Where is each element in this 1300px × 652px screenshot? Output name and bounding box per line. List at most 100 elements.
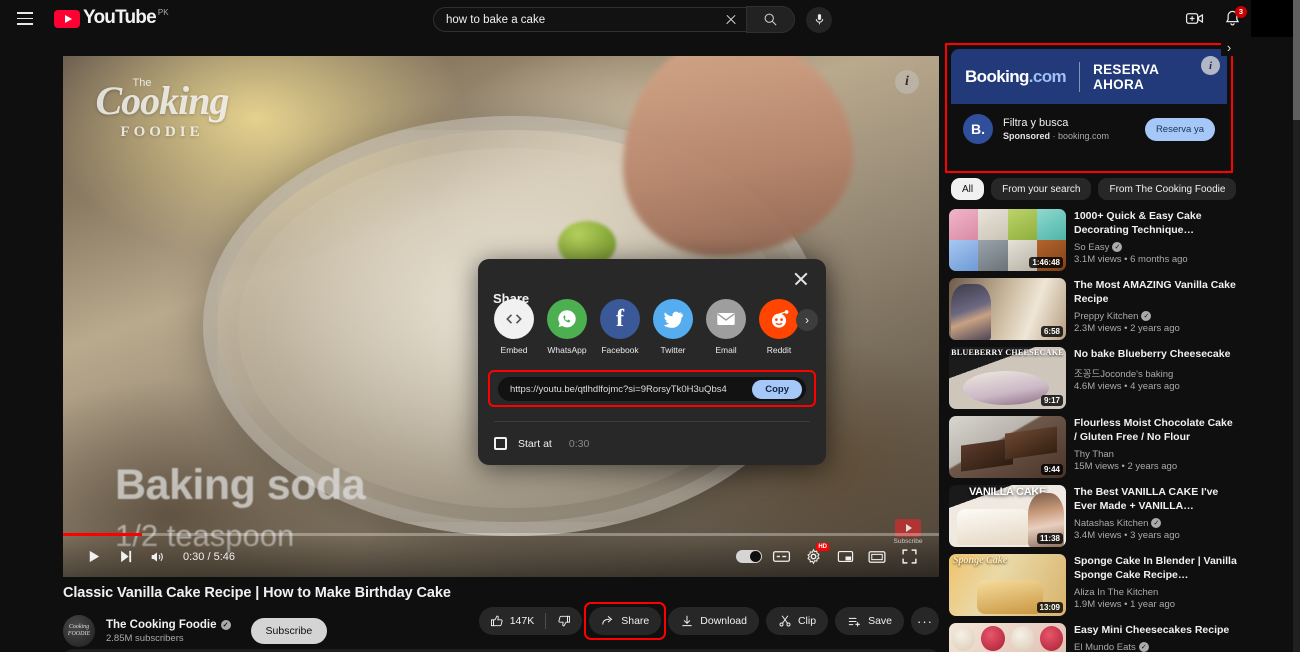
start-at-checkbox[interactable] <box>494 437 507 450</box>
more-options-icon[interactable]: ··· <box>911 607 939 635</box>
share-target-email[interactable]: Email <box>706 299 746 355</box>
channel-name[interactable]: The Cooking Foodie ✓ <box>106 619 231 631</box>
ad-cta-button[interactable]: Reserva ya <box>1144 117 1215 141</box>
subscribe-button[interactable]: Subscribe <box>250 618 328 644</box>
chips-next-icon[interactable]: › <box>1221 40 1237 56</box>
list-item[interactable]: Easy Mini Cheesecakes Recipe El Mundo Ea… <box>949 623 1237 652</box>
player-controls-bar: 0:30 / 5:46 HD <box>63 536 939 577</box>
chip-from-your-search[interactable]: From your search <box>991 178 1092 200</box>
channel-name[interactable]: 조꽁드Joconde's baking <box>1074 366 1237 380</box>
verified-badge-icon: ✓ <box>1141 311 1152 322</box>
channel-name[interactable]: So Easy ✓ <box>1074 242 1237 253</box>
settings-button[interactable]: HD <box>797 541 829 573</box>
share-target-twitter[interactable]: Twitter <box>653 299 693 355</box>
like-button[interactable]: 147K <box>479 614 546 628</box>
miniplayer-button[interactable] <box>829 541 861 573</box>
divider <box>1079 61 1081 92</box>
list-item[interactable]: 1:46:48 1000+ Quick & Easy Cake Decorati… <box>949 209 1237 271</box>
list-item-info: 1000+ Quick & Easy Cake Decorating Techn… <box>1074 209 1237 271</box>
video-title: Sponge Cake In Blender | Vanilla Sponge … <box>1074 555 1237 581</box>
search-area <box>433 6 832 33</box>
captions-button[interactable] <box>765 541 797 573</box>
fullscreen-icon <box>901 549 917 564</box>
next-track-icon <box>120 550 131 563</box>
thumbnail-person <box>951 284 991 340</box>
copy-button[interactable]: Copy <box>752 379 802 399</box>
channel-name[interactable]: Preppy Kitchen ✓ <box>1074 311 1237 322</box>
thumbnail: 1:46:48 <box>949 209 1066 271</box>
voice-search-button[interactable] <box>806 6 832 33</box>
channel-name[interactable]: El Mundo Eats ✓ <box>1074 642 1237 652</box>
autoplay-toggle[interactable] <box>733 541 765 573</box>
chip-from-channel[interactable]: From The Cooking Foodie <box>1098 178 1237 200</box>
search-box[interactable] <box>433 7 746 32</box>
list-item[interactable]: 9:44 Flourless Moist Chocolate Cake / Gl… <box>949 416 1237 478</box>
next-video-button[interactable] <box>109 541 141 573</box>
thumbnail-caption: Sponge Cake <box>953 555 1008 566</box>
list-item[interactable]: VANILLA CAKE 11:38 The Best VANILLA CAKE… <box>949 485 1237 547</box>
thumbnail-caption: BLUEBERRY CHEESECAKE <box>951 348 1064 357</box>
notifications-button[interactable]: 3 <box>1217 4 1247 34</box>
facebook-icon: f <box>600 299 640 339</box>
share-dialog: Share Embed WhatsApp f <box>478 259 826 465</box>
share-url-input[interactable] <box>510 383 753 395</box>
create-video-button[interactable] <box>1179 4 1209 34</box>
dislike-button[interactable] <box>546 614 582 628</box>
quality-badge: HD <box>816 542 829 551</box>
ad-brand-main: Booking <box>965 66 1029 86</box>
page-scrollbar-thumb[interactable] <box>1293 0 1300 120</box>
share-target-embed[interactable]: Embed <box>494 299 534 355</box>
account-avatar[interactable] <box>1251 0 1293 37</box>
download-button[interactable]: Download <box>668 607 759 635</box>
theater-mode-button[interactable] <box>861 541 893 573</box>
video-info-icon[interactable]: i <box>895 70 919 94</box>
video-title: 1000+ Quick & Easy Cake Decorating Techn… <box>1074 210 1202 236</box>
clip-button[interactable]: Clip <box>765 607 829 635</box>
thumbnail-cake <box>977 580 1043 614</box>
start-at-label: Start at <box>518 437 552 450</box>
fullscreen-button[interactable] <box>893 541 925 573</box>
avatar[interactable]: Cooking FOODIE <box>63 615 95 647</box>
chevron-right-icon[interactable]: › <box>796 309 818 331</box>
top-navigation-bar: YouTube PK how to bake a cake 3 <box>0 0 1300 37</box>
sponsored-ad-card[interactable]: Booking.com RESERVA AHORA i B. Filtra y … <box>951 49 1227 167</box>
share-target-whatsapp[interactable]: WhatsApp <box>547 299 587 355</box>
chip-all[interactable]: All <box>951 178 985 200</box>
ad-banner[interactable]: Booking.com RESERVA AHORA i <box>951 49 1227 104</box>
play-icon <box>89 550 99 563</box>
volume-button[interactable] <box>141 541 173 573</box>
video-stats: 15M views • 2 years ago <box>1074 460 1178 472</box>
share-button[interactable]: Share <box>589 607 662 635</box>
email-icon <box>706 299 746 339</box>
page-scrollbar[interactable] <box>1293 0 1300 652</box>
list-item[interactable]: BLUEBERRY CHEESECAKE 9:17 No bake Bluebe… <box>949 347 1237 409</box>
share-url-bar[interactable]: Copy <box>498 377 806 401</box>
video-duration: 9:17 <box>1040 395 1063 406</box>
list-item[interactable]: Sponge Cake 13:09 Sponge Cake In Blender… <box>949 554 1237 616</box>
share-target-facebook[interactable]: f Facebook <box>600 299 640 355</box>
youtube-play-icon <box>54 10 80 28</box>
share-target-reddit[interactable]: Reddit <box>759 299 799 355</box>
channel-name[interactable]: Aliza In The Kitchen <box>1074 587 1237 598</box>
verified-badge-icon: ✓ <box>1151 518 1162 529</box>
search-input[interactable] <box>446 13 720 26</box>
channel-name[interactable]: Natashas Kitchen ✓ <box>1074 518 1237 529</box>
channel-name[interactable]: Thy Than <box>1074 449 1237 460</box>
clear-search-icon[interactable] <box>720 9 742 31</box>
hamburger-menu-icon[interactable] <box>8 2 42 36</box>
youtube-logo[interactable]: YouTube PK <box>54 8 169 28</box>
play-button[interactable] <box>77 541 109 573</box>
save-button-label: Save <box>868 615 892 627</box>
ad-info-icon[interactable]: i <box>1201 56 1220 75</box>
search-button[interactable] <box>746 6 795 33</box>
close-icon[interactable] <box>789 267 813 291</box>
list-item-info: No bake Blueberry Cheesecake 조꽁드Joconde'… <box>1074 347 1237 409</box>
start-at-row: Start at 0:30 <box>494 437 589 450</box>
download-button-label: Download <box>700 615 747 627</box>
share-label-embed: Embed <box>500 345 528 355</box>
list-item[interactable]: 6:58 The Most AMAZING Vanilla Cake Recip… <box>949 278 1237 340</box>
video-action-buttons: 147K Share Download Clip Save ··· <box>478 602 939 640</box>
autoplay-toggle-switch[interactable] <box>736 550 762 563</box>
save-button[interactable]: Save <box>835 607 904 635</box>
video-duration: 11:38 <box>1036 533 1063 544</box>
